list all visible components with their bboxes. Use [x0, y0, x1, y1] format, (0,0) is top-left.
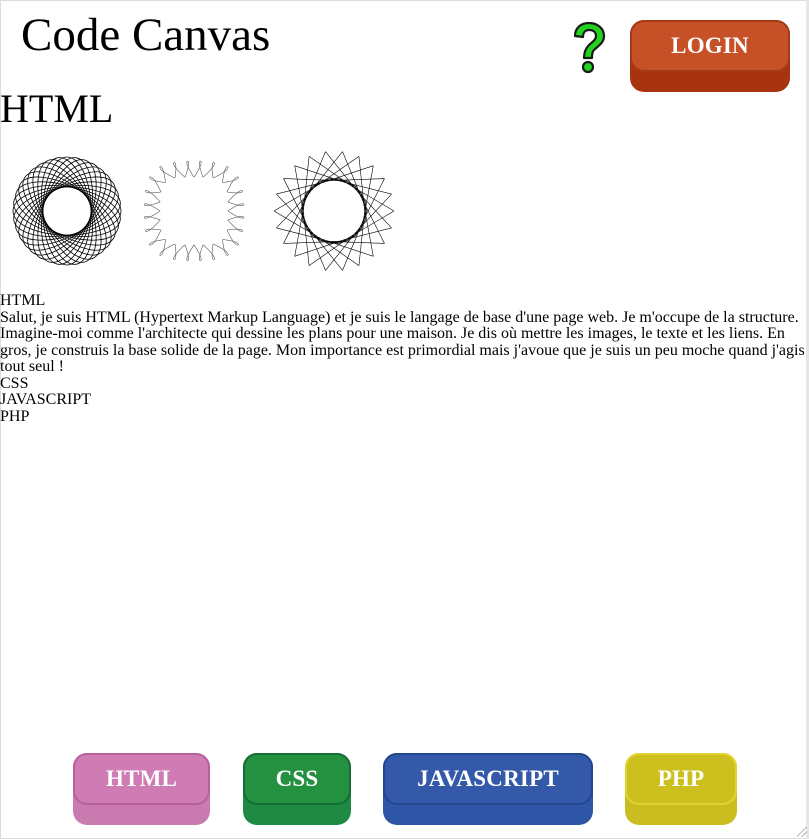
nav-javascript-button[interactable]: JAVASCRIPT: [383, 753, 593, 825]
item-description-html: Salut, je suis HTML (Hypertext Markup La…: [0, 308, 805, 375]
question-mark-icon[interactable]: [570, 22, 608, 76]
nav-javascript-label: JAVASCRIPT: [383, 753, 593, 805]
resize-grip-icon[interactable]: [797, 827, 807, 837]
nav-css-label: CSS: [243, 753, 351, 805]
spirograph-images: [12, 151, 395, 271]
login-button[interactable]: LOGIN: [630, 20, 790, 92]
nav-html-label: HTML: [73, 753, 210, 805]
nav-css-button[interactable]: CSS: [243, 753, 351, 825]
spirograph-rosette-icon: [12, 156, 122, 266]
item-title-html: HTML: [0, 292, 46, 309]
nav-php-button[interactable]: PHP: [625, 753, 737, 825]
item-title-php: PHP: [0, 407, 30, 425]
spirograph-star-icon: [273, 151, 395, 271]
nav-html-button[interactable]: HTML: [73, 753, 210, 825]
app-title: Code Canvas: [21, 9, 271, 61]
nav-php-label: PHP: [625, 753, 737, 805]
item-title-javascript: JAVASCRIPT: [0, 391, 92, 408]
section-content: HTML Salut, je suis HTML (Hypertext Mark…: [0, 292, 806, 425]
section-heading: HTML: [0, 86, 114, 131]
login-button-label: LOGIN: [630, 20, 790, 72]
item-title-css: CSS: [0, 374, 29, 392]
spirograph-square-loops-icon: [143, 160, 245, 262]
